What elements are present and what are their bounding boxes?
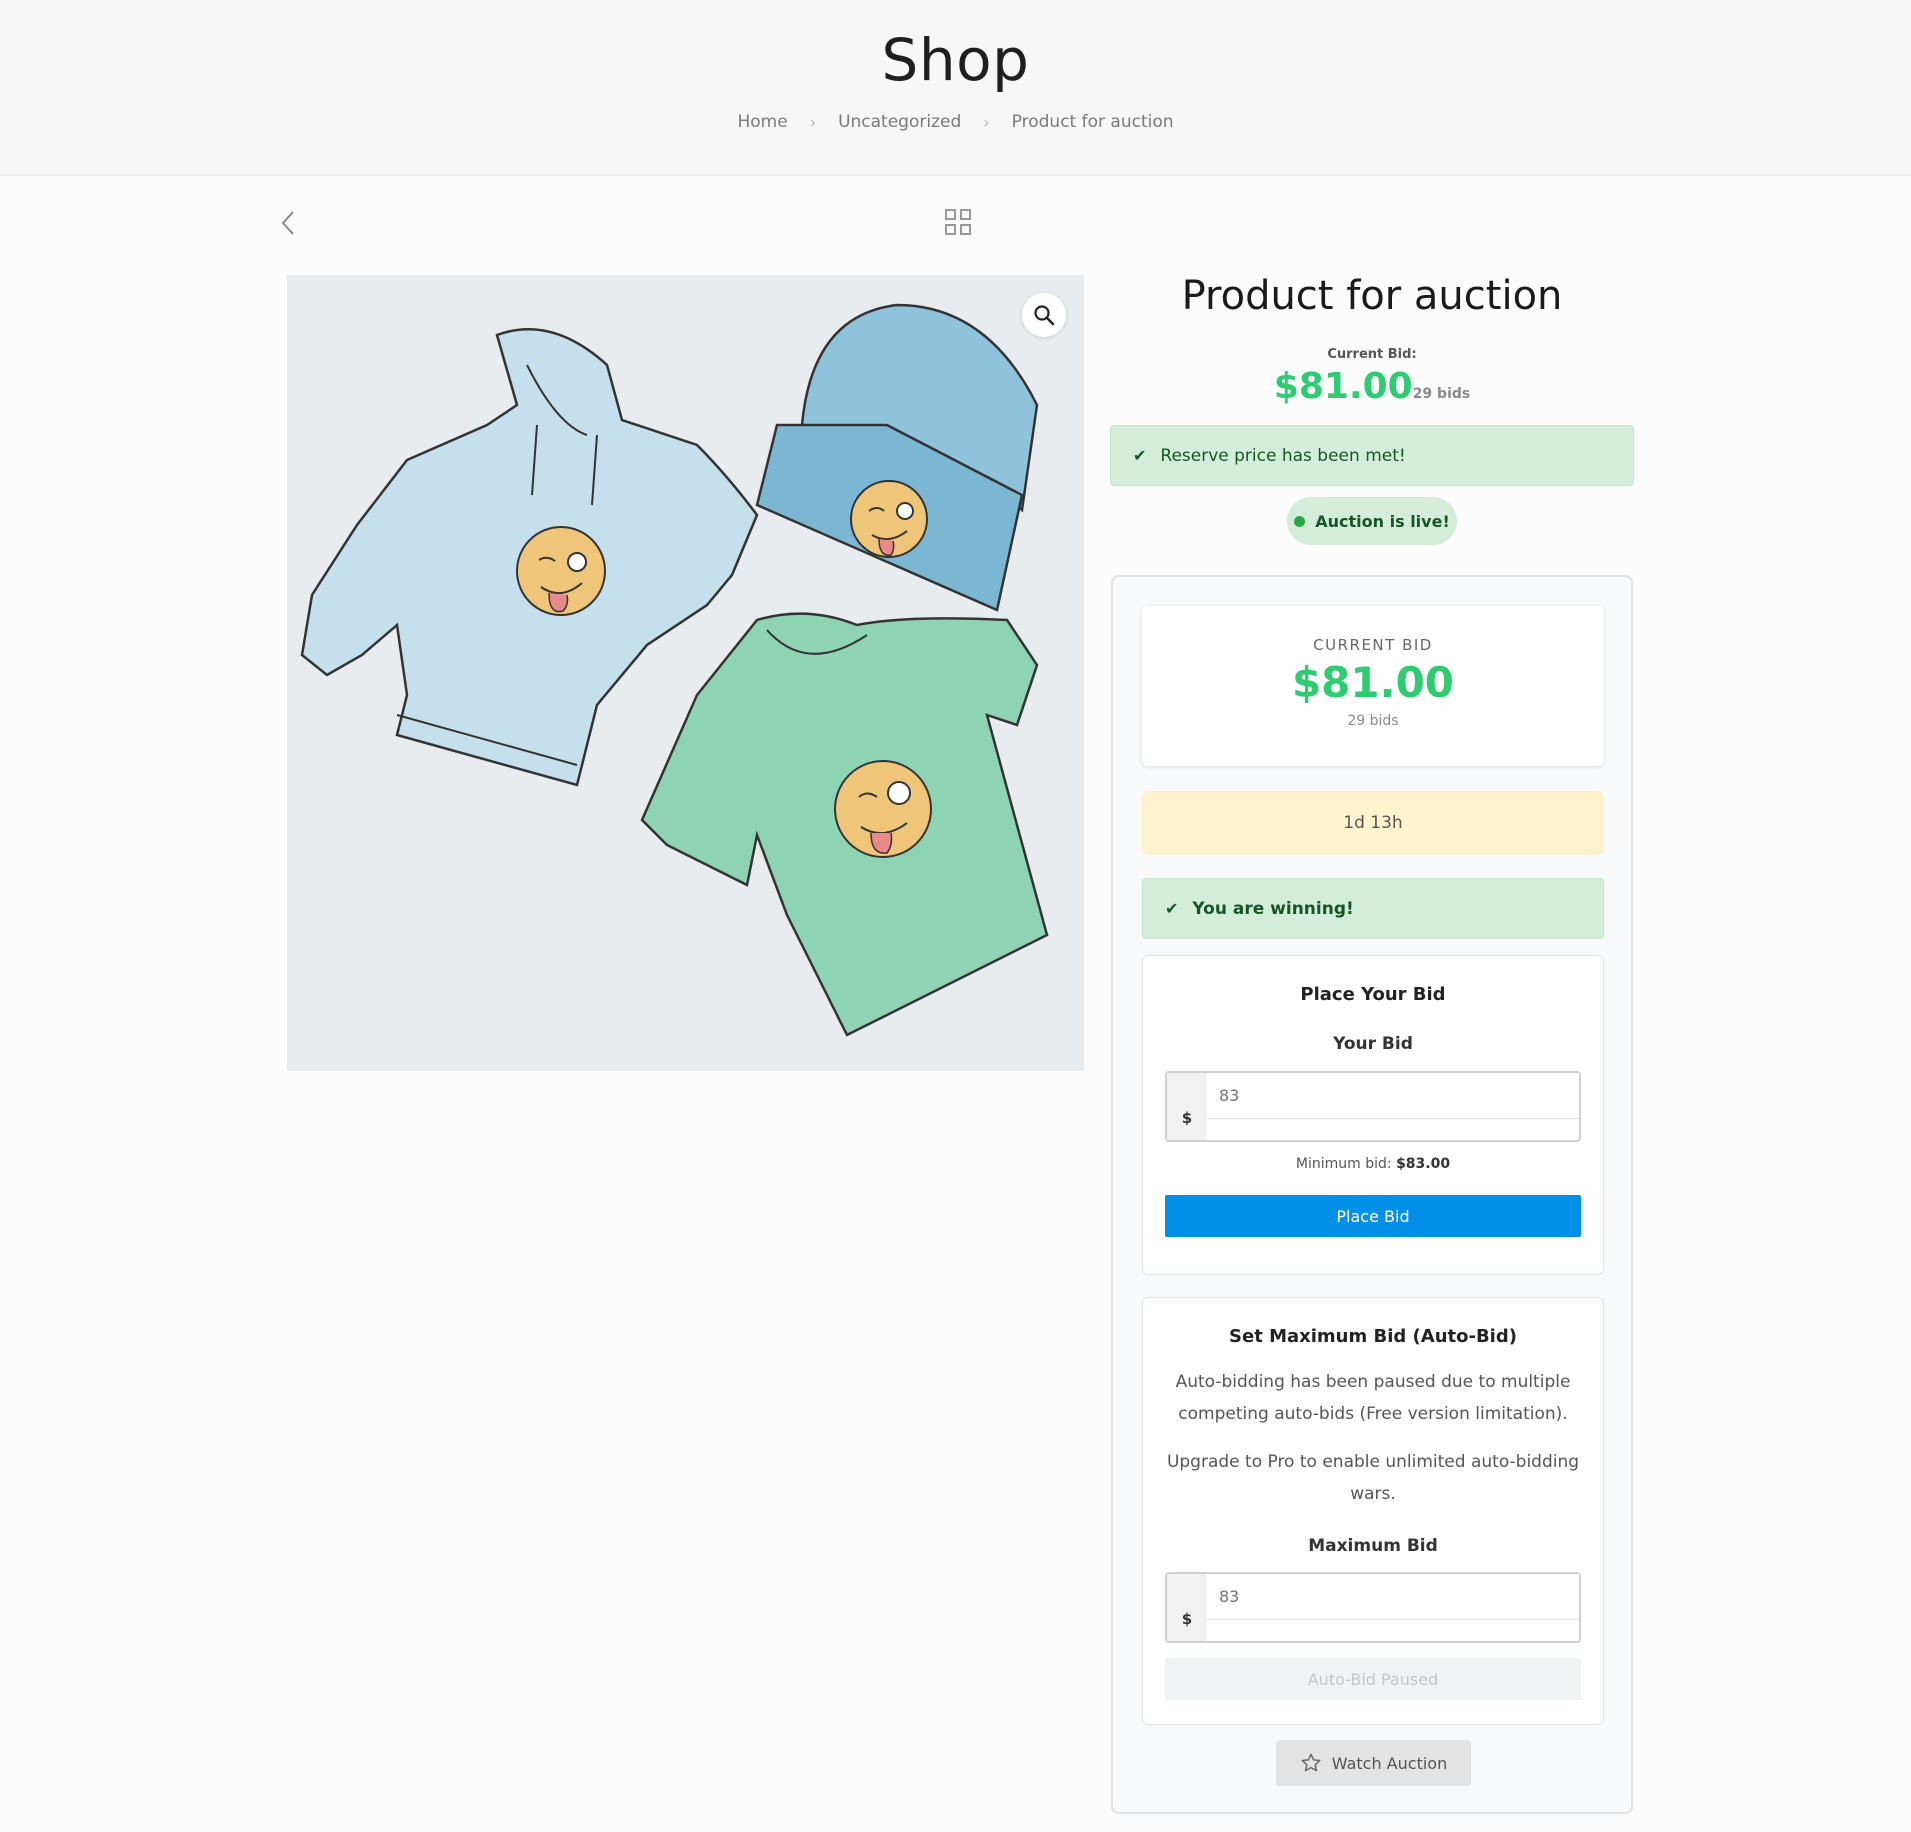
page-header: Shop Home › Uncategorized › Product for … bbox=[0, 0, 1911, 176]
watch-auction-label: Watch Auction bbox=[1331, 1753, 1448, 1773]
page-title: Shop bbox=[881, 26, 1030, 94]
current-bid-line: $81.0029 bids bbox=[1110, 366, 1634, 407]
autobid-paused-text: Auto-bidding has been paused due to mult… bbox=[1175, 1372, 1571, 1424]
breadcrumb-uncategorized[interactable]: Uncategorized bbox=[838, 112, 961, 132]
upgrade-pro-text: Upgrade to Pro to enable unlimited auto-… bbox=[1166, 1452, 1580, 1504]
currency-addon: $ bbox=[1167, 1574, 1207, 1641]
bid-amount-input[interactable] bbox=[1207, 1073, 1579, 1119]
reserve-met-text: Reserve price has been met! bbox=[1160, 445, 1406, 466]
zoom-button[interactable] bbox=[1022, 293, 1066, 337]
max-bid-form: Set Maximum Bid (Auto-Bid) Auto-bidding … bbox=[1142, 1297, 1604, 1725]
max-bid-input[interactable] bbox=[1207, 1574, 1579, 1620]
reserve-met-notice: ✔ Reserve price has been met! bbox=[1110, 425, 1634, 486]
maximum-bid-label: Maximum Bid bbox=[1308, 1536, 1438, 1556]
product-summary: Product for auction Current Bid: $81.002… bbox=[1110, 270, 1634, 545]
min-bid-label: Minimum bid: bbox=[1295, 1156, 1392, 1172]
auto-bid-paused-button: Auto-Bid Paused bbox=[1165, 1658, 1581, 1700]
currency-symbol: $ bbox=[1181, 1609, 1193, 1628]
breadcrumb-home[interactable]: Home bbox=[737, 112, 787, 132]
chevron-left-icon[interactable] bbox=[278, 208, 300, 238]
auction-live-badge: Auction is live! bbox=[1287, 497, 1457, 545]
minimum-bid-note: Minimum bid: $83.00 bbox=[1143, 1156, 1603, 1172]
bid-card-count: 29 bids bbox=[1347, 713, 1399, 729]
breadcrumb-current: Product for auction bbox=[1011, 112, 1174, 132]
breadcrumb: Home › Uncategorized › Product for aucti… bbox=[0, 112, 1911, 132]
product-title: Product for auction bbox=[1181, 273, 1563, 319]
min-bid-value: $83.00 bbox=[1396, 1156, 1451, 1172]
time-remaining: 1d 13h bbox=[1142, 791, 1604, 855]
chevron-right-icon: › bbox=[983, 112, 990, 132]
auction-panel: CURRENT BID $81.00 29 bids 1d 13h ✔ You … bbox=[1111, 575, 1633, 1814]
product-image[interactable] bbox=[287, 275, 1084, 1071]
beanie-illustration bbox=[755, 303, 1039, 612]
currency-addon: $ bbox=[1167, 1073, 1207, 1140]
currency-symbol: $ bbox=[1181, 1108, 1193, 1127]
current-bid-card: CURRENT BID $81.00 29 bids bbox=[1142, 606, 1604, 766]
winning-text: You are winning! bbox=[1192, 898, 1354, 919]
watch-auction-button[interactable]: Watch Auction bbox=[1276, 1740, 1471, 1786]
place-bid-title: Place Your Bid bbox=[1300, 984, 1446, 1005]
your-bid-label: Your Bid bbox=[1333, 1034, 1413, 1054]
live-dot-icon bbox=[1294, 515, 1306, 527]
auction-live-text: Auction is live! bbox=[1315, 511, 1450, 531]
chevron-right-icon: › bbox=[809, 112, 817, 132]
max-bid-title: Set Maximum Bid (Auto-Bid) bbox=[1229, 1326, 1517, 1347]
tshirt-illustration bbox=[640, 612, 1049, 1037]
star-icon bbox=[1301, 1753, 1321, 1772]
current-bid-price: $81.00 bbox=[1273, 366, 1413, 407]
grid-icon[interactable] bbox=[945, 209, 971, 235]
bid-card-price: $81.00 bbox=[1291, 658, 1455, 707]
current-bid-label: Current Bid: bbox=[1327, 347, 1417, 362]
place-bid-button[interactable]: Place Bid bbox=[1165, 1195, 1581, 1237]
product-illustration bbox=[300, 303, 1049, 1037]
bid-input-group: $ bbox=[1165, 1071, 1581, 1142]
zoom-icon bbox=[1034, 305, 1055, 326]
place-bid-form: Place Your Bid Your Bid $ Minimum bid: $… bbox=[1142, 955, 1604, 1275]
max-bid-input-group: $ bbox=[1165, 1572, 1581, 1643]
check-icon: ✔ bbox=[1133, 446, 1147, 465]
check-icon: ✔ bbox=[1165, 899, 1179, 918]
current-bid-count: 29 bids bbox=[1412, 386, 1471, 402]
bid-card-label: CURRENT BID bbox=[1313, 636, 1433, 654]
winning-notice: ✔ You are winning! bbox=[1142, 878, 1604, 939]
